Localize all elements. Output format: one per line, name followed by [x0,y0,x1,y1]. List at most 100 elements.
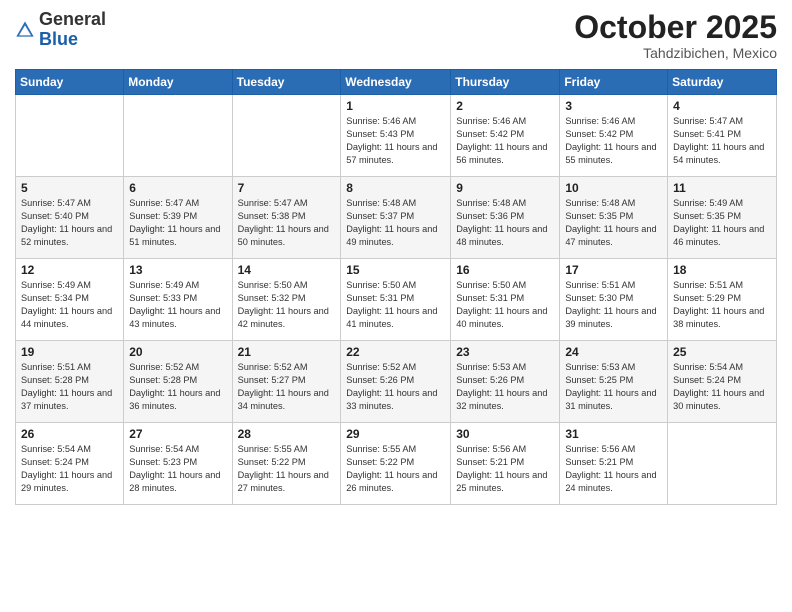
day-info: Sunrise: 5:50 AMSunset: 5:31 PMDaylight:… [456,279,554,331]
calendar-cell: 31 Sunrise: 5:56 AMSunset: 5:21 PMDayligh… [560,423,668,505]
calendar-cell: 16Sunrise: 5:50 AMSunset: 5:31 PMDayligh… [451,259,560,341]
weekday-header-friday: Friday [560,70,668,95]
day-info: Sunrise: 5:47 AMSunset: 5:40 PMDaylight:… [21,197,118,249]
day-info: Sunrise: 5:56 AMSunset: 5:21 PMDaylight:… [565,443,662,495]
day-info: Sunrise: 5:48 AMSunset: 5:35 PMDaylight:… [565,197,662,249]
day-info: Sunrise: 5:53 AMSunset: 5:26 PMDaylight:… [456,361,554,413]
day-info: Sunrise: 5:51 AMSunset: 5:28 PMDaylight:… [21,361,118,413]
day-info: Sunrise: 5:54 AMSunset: 5:24 PMDaylight:… [21,443,118,495]
day-info: Sunrise: 5:51 AMSunset: 5:29 PMDaylight:… [673,279,771,331]
day-number: 18 [673,263,771,277]
week-row-1: 1Sunrise: 5:46 AMSunset: 5:43 PMDaylight… [16,95,777,177]
day-info: Sunrise: 5:48 AMSunset: 5:36 PMDaylight:… [456,197,554,249]
calendar-cell: 29Sunrise: 5:55 AMSunset: 5:22 PMDayligh… [341,423,451,505]
day-number: 2 [456,99,554,113]
day-info: Sunrise: 5:55 AMSunset: 5:22 PMDaylight:… [346,443,445,495]
day-number: 9 [456,181,554,195]
calendar-cell: 3 Sunrise: 5:46 AMSunset: 5:42 PMDaylight… [560,95,668,177]
day-info: Sunrise: 5:47 AMSunset: 5:38 PMDaylight:… [238,197,336,249]
day-info: Sunrise: 5:51 AMSunset: 5:30 PMDaylight:… [565,279,662,331]
day-number: 22 [346,345,445,359]
day-number: 3 [565,99,662,113]
day-info: Sunrise: 5:54 AMSunset: 5:24 PMDaylight:… [673,361,771,413]
day-info: Sunrise: 5:49 AMSunset: 5:33 PMDaylight:… [129,279,226,331]
location: Tahdzibichen, Mexico [574,45,777,61]
day-info: Sunrise: 5:52 AMSunset: 5:28 PMDaylight:… [129,361,226,413]
calendar-cell: 2 Sunrise: 5:46 AMSunset: 5:42 PMDaylight… [451,95,560,177]
calendar-cell [668,423,777,505]
calendar-table: SundayMondayTuesdayWednesdayThursdayFrid… [15,69,777,505]
day-info: Sunrise: 5:49 AMSunset: 5:35 PMDaylight:… [673,197,771,249]
weekday-header-row: SundayMondayTuesdayWednesdayThursdayFrid… [16,70,777,95]
calendar-cell: 6 Sunrise: 5:47 AMSunset: 5:39 PMDaylight… [124,177,232,259]
day-number: 1 [346,99,445,113]
day-number: 24 [565,345,662,359]
day-number: 12 [21,263,118,277]
week-row-5: 26 Sunrise: 5:54 AMSunset: 5:24 PMDayligh… [16,423,777,505]
calendar-cell: 27 Sunrise: 5:54 AMSunset: 5:23 PMDayligh… [124,423,232,505]
week-row-4: 19 Sunrise: 5:51 AMSunset: 5:28 PMDayligh… [16,341,777,423]
day-info: Sunrise: 5:56 AMSunset: 5:21 PMDaylight:… [456,443,554,495]
logo-blue-text: Blue [39,29,78,49]
day-number: 6 [129,181,226,195]
calendar-cell: 20 Sunrise: 5:52 AMSunset: 5:28 PMDayligh… [124,341,232,423]
calendar-cell [232,95,341,177]
day-number: 31 [565,427,662,441]
day-info: Sunrise: 5:49 AMSunset: 5:34 PMDaylight:… [21,279,118,331]
calendar-cell: 28 Sunrise: 5:55 AMSunset: 5:22 PMDayligh… [232,423,341,505]
calendar-cell: 9 Sunrise: 5:48 AMSunset: 5:36 PMDaylight… [451,177,560,259]
calendar-cell: 1Sunrise: 5:46 AMSunset: 5:43 PMDaylight… [341,95,451,177]
day-number: 15 [346,263,445,277]
calendar-cell: 11 Sunrise: 5:49 AMSunset: 5:35 PMDayligh… [668,177,777,259]
day-number: 10 [565,181,662,195]
calendar-cell: 25Sunrise: 5:54 AMSunset: 5:24 PMDayligh… [668,341,777,423]
weekday-header-monday: Monday [124,70,232,95]
calendar-cell: 5 Sunrise: 5:47 AMSunset: 5:40 PMDaylight… [16,177,124,259]
day-info: Sunrise: 5:50 AMSunset: 5:32 PMDaylight:… [238,279,336,331]
calendar-cell [124,95,232,177]
day-info: Sunrise: 5:52 AMSunset: 5:26 PMDaylight:… [346,361,445,413]
calendar-cell: 15 Sunrise: 5:50 AMSunset: 5:31 PMDayligh… [341,259,451,341]
day-number: 27 [129,427,226,441]
logo: General Blue [15,10,106,50]
logo-icon [15,20,35,40]
day-number: 14 [238,263,336,277]
day-number: 13 [129,263,226,277]
day-info: Sunrise: 5:55 AMSunset: 5:22 PMDaylight:… [238,443,336,495]
calendar-cell: 8Sunrise: 5:48 AMSunset: 5:37 PMDaylight… [341,177,451,259]
calendar-cell: 24 Sunrise: 5:53 AMSunset: 5:25 PMDayligh… [560,341,668,423]
day-number: 20 [129,345,226,359]
calendar-cell [16,95,124,177]
day-info: Sunrise: 5:53 AMSunset: 5:25 PMDaylight:… [565,361,662,413]
day-info: Sunrise: 5:47 AMSunset: 5:39 PMDaylight:… [129,197,226,249]
day-info: Sunrise: 5:54 AMSunset: 5:23 PMDaylight:… [129,443,226,495]
day-info: Sunrise: 5:46 AMSunset: 5:42 PMDaylight:… [565,115,662,167]
weekday-header-thursday: Thursday [451,70,560,95]
weekday-header-tuesday: Tuesday [232,70,341,95]
day-number: 7 [238,181,336,195]
day-number: 28 [238,427,336,441]
day-info: Sunrise: 5:46 AMSunset: 5:42 PMDaylight:… [456,115,554,167]
calendar-cell: 18 Sunrise: 5:51 AMSunset: 5:29 PMDayligh… [668,259,777,341]
day-info: Sunrise: 5:47 AMSunset: 5:41 PMDaylight:… [673,115,771,167]
calendar-cell: 17Sunrise: 5:51 AMSunset: 5:30 PMDayligh… [560,259,668,341]
day-number: 11 [673,181,771,195]
day-number: 26 [21,427,118,441]
day-info: Sunrise: 5:52 AMSunset: 5:27 PMDaylight:… [238,361,336,413]
day-number: 23 [456,345,554,359]
day-number: 4 [673,99,771,113]
calendar-cell: 19 Sunrise: 5:51 AMSunset: 5:28 PMDayligh… [16,341,124,423]
calendar-cell: 14 Sunrise: 5:50 AMSunset: 5:32 PMDayligh… [232,259,341,341]
day-number: 5 [21,181,118,195]
day-number: 21 [238,345,336,359]
header: General Blue October 2025 Tahdzibichen, … [15,10,777,61]
day-number: 19 [21,345,118,359]
day-info: Sunrise: 5:50 AMSunset: 5:31 PMDaylight:… [346,279,445,331]
calendar-cell: 22 Sunrise: 5:52 AMSunset: 5:26 PMDayligh… [341,341,451,423]
calendar-cell: 10 Sunrise: 5:48 AMSunset: 5:35 PMDayligh… [560,177,668,259]
calendar-cell: 23 Sunrise: 5:53 AMSunset: 5:26 PMDayligh… [451,341,560,423]
week-row-2: 5 Sunrise: 5:47 AMSunset: 5:40 PMDaylight… [16,177,777,259]
calendar-cell: 4 Sunrise: 5:47 AMSunset: 5:41 PMDaylight… [668,95,777,177]
week-row-3: 12 Sunrise: 5:49 AMSunset: 5:34 PMDayligh… [16,259,777,341]
weekday-header-wednesday: Wednesday [341,70,451,95]
